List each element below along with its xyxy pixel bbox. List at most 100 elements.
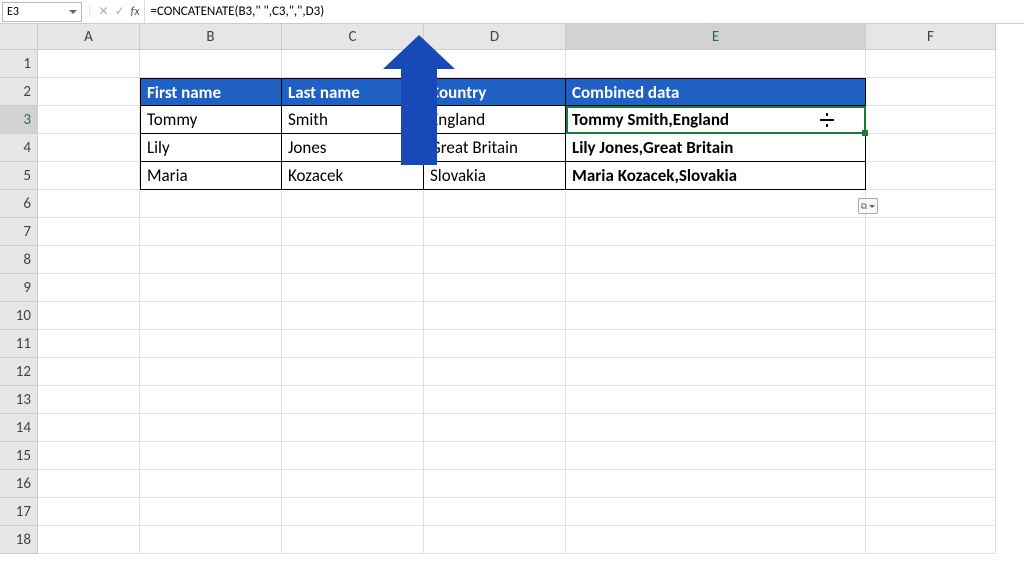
cell-B1[interactable] <box>140 50 282 78</box>
cell-F4[interactable] <box>866 134 996 162</box>
cell-D11[interactable] <box>424 330 566 358</box>
cell-F6[interactable] <box>866 190 996 218</box>
cell-A18[interactable] <box>38 526 140 554</box>
cell-C14[interactable] <box>282 414 424 442</box>
row-header-7[interactable]: 7 <box>0 218 38 246</box>
cell-D3[interactable]: England <box>424 106 566 134</box>
cell-F11[interactable] <box>866 330 996 358</box>
column-header-F[interactable]: F <box>866 24 996 50</box>
insert-function-icon[interactable]: fx <box>131 5 140 19</box>
cell-A14[interactable] <box>38 414 140 442</box>
cell-E15[interactable] <box>566 442 866 470</box>
cell-A1[interactable] <box>38 50 140 78</box>
cell-F10[interactable] <box>866 302 996 330</box>
cell-F5[interactable] <box>866 162 996 190</box>
cell-A2[interactable] <box>38 78 140 106</box>
chevron-down-icon[interactable] <box>69 10 77 14</box>
cell-F12[interactable] <box>866 358 996 386</box>
cell-C12[interactable] <box>282 358 424 386</box>
cell-D5[interactable]: Slovakia <box>424 162 566 190</box>
cell-C9[interactable] <box>282 274 424 302</box>
cell-A17[interactable] <box>38 498 140 526</box>
row-header-17[interactable]: 17 <box>0 498 38 526</box>
cell-A5[interactable] <box>38 162 140 190</box>
cell-A3[interactable] <box>38 106 140 134</box>
cell-C15[interactable] <box>282 442 424 470</box>
cell-C10[interactable] <box>282 302 424 330</box>
column-header-A[interactable]: A <box>38 24 140 50</box>
cell-F7[interactable] <box>866 218 996 246</box>
cell-F14[interactable] <box>866 414 996 442</box>
cell-B4[interactable]: Lily <box>140 134 282 162</box>
cell-A9[interactable] <box>38 274 140 302</box>
cell-B5[interactable]: Maria <box>140 162 282 190</box>
cell-E9[interactable] <box>566 274 866 302</box>
cell-E3[interactable]: Tommy Smith,England <box>566 106 866 134</box>
cell-E10[interactable] <box>566 302 866 330</box>
cancel-icon[interactable]: ✕ <box>99 4 109 19</box>
cell-E14[interactable] <box>566 414 866 442</box>
cell-D12[interactable] <box>424 358 566 386</box>
cell-A6[interactable] <box>38 190 140 218</box>
row-header-18[interactable]: 18 <box>0 526 38 554</box>
select-all-corner[interactable] <box>0 24 38 50</box>
cell-C5[interactable]: Kozacek <box>282 162 424 190</box>
cell-B15[interactable] <box>140 442 282 470</box>
cell-B10[interactable] <box>140 302 282 330</box>
cell-C17[interactable] <box>282 498 424 526</box>
cell-A13[interactable] <box>38 386 140 414</box>
cell-A10[interactable] <box>38 302 140 330</box>
cell-D18[interactable] <box>424 526 566 554</box>
cell-D4[interactable]: Great Britain <box>424 134 566 162</box>
cell-F3[interactable] <box>866 106 996 134</box>
cell-D7[interactable] <box>424 218 566 246</box>
cell-B2[interactable]: First name <box>140 78 282 106</box>
formula-input[interactable] <box>145 0 1024 23</box>
cell-A4[interactable] <box>38 134 140 162</box>
cell-E8[interactable] <box>566 246 866 274</box>
cell-F9[interactable] <box>866 274 996 302</box>
cell-F1[interactable] <box>866 50 996 78</box>
row-header-5[interactable]: 5 <box>0 162 38 190</box>
cell-E13[interactable] <box>566 386 866 414</box>
cell-B16[interactable] <box>140 470 282 498</box>
row-header-1[interactable]: 1 <box>0 50 38 78</box>
cell-E5[interactable]: Maria Kozacek,Slovakia <box>566 162 866 190</box>
cell-D9[interactable] <box>424 274 566 302</box>
cell-D16[interactable] <box>424 470 566 498</box>
row-header-12[interactable]: 12 <box>0 358 38 386</box>
cell-C16[interactable] <box>282 470 424 498</box>
enter-icon[interactable]: ✓ <box>115 4 125 19</box>
cell-F8[interactable] <box>866 246 996 274</box>
cell-D6[interactable] <box>424 190 566 218</box>
row-header-9[interactable]: 9 <box>0 274 38 302</box>
cell-A15[interactable] <box>38 442 140 470</box>
cell-C6[interactable] <box>282 190 424 218</box>
cell-B13[interactable] <box>140 386 282 414</box>
row-header-16[interactable]: 16 <box>0 470 38 498</box>
cell-F16[interactable] <box>866 470 996 498</box>
cell-A11[interactable] <box>38 330 140 358</box>
cell-B14[interactable] <box>140 414 282 442</box>
cell-E12[interactable] <box>566 358 866 386</box>
cell-B9[interactable] <box>140 274 282 302</box>
cell-F15[interactable] <box>866 442 996 470</box>
cell-D14[interactable] <box>424 414 566 442</box>
autofill-options-button[interactable]: ⧉ <box>858 198 878 214</box>
cell-F17[interactable] <box>866 498 996 526</box>
cell-B7[interactable] <box>140 218 282 246</box>
row-header-14[interactable]: 14 <box>0 414 38 442</box>
cell-E6[interactable] <box>566 190 866 218</box>
cell-B8[interactable] <box>140 246 282 274</box>
cell-E11[interactable] <box>566 330 866 358</box>
cell-E7[interactable] <box>566 218 866 246</box>
cell-A7[interactable] <box>38 218 140 246</box>
cell-D2[interactable]: Country <box>424 78 566 106</box>
cell-C18[interactable] <box>282 526 424 554</box>
cell-C11[interactable] <box>282 330 424 358</box>
row-header-4[interactable]: 4 <box>0 134 38 162</box>
cell-E17[interactable] <box>566 498 866 526</box>
row-header-11[interactable]: 11 <box>0 330 38 358</box>
cell-F13[interactable] <box>866 386 996 414</box>
cell-B17[interactable] <box>140 498 282 526</box>
